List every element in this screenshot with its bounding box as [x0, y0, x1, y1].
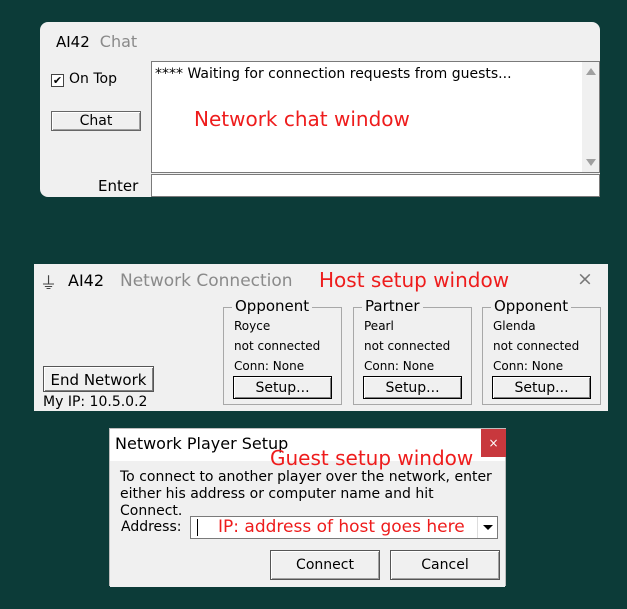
group-label: Partner — [362, 297, 423, 315]
setup-button[interactable]: Setup... — [492, 376, 591, 399]
opponent-group-2: Opponent Glenda not connected Conn: None… — [482, 297, 601, 405]
on-top-checkbox[interactable]: ✔ On Top — [51, 71, 117, 87]
checkbox-icon[interactable]: ✔ — [51, 74, 64, 87]
address-combobox[interactable]: IP: address of host goes here — [190, 516, 498, 539]
connect-button[interactable]: Connect — [270, 550, 380, 580]
host-annotation: Host setup window — [319, 268, 510, 292]
address-label: Address: — [121, 519, 182, 535]
dialog-body: To connect to another player over the ne… — [110, 461, 505, 587]
group-label: Opponent — [232, 297, 313, 315]
chat-app-name: AI42 — [56, 33, 90, 51]
enter-label: Enter — [98, 177, 139, 195]
network-titlebar: ⏚ AI42 Network Connection Host setup win… — [34, 264, 608, 296]
network-connection-window: ⏚ AI42 Network Connection Host setup win… — [34, 264, 608, 411]
conn-type: Conn: None — [234, 359, 305, 373]
my-ip-label: My IP: 10.5.0.2 — [43, 394, 148, 410]
chat-titlebar: AI42 Chat — [56, 32, 137, 52]
dropdown-button[interactable] — [477, 517, 497, 538]
group-label: Opponent — [491, 297, 572, 315]
partner-group: Partner Pearl not connected Conn: None S… — [353, 297, 472, 405]
chat-log-text: **** Waiting for connection requests fro… — [155, 66, 512, 82]
opponent-group-1: Opponent Royce not connected Conn: None … — [223, 297, 342, 405]
network-app-name: AI42 — [68, 271, 105, 290]
cancel-button[interactable]: Cancel — [390, 550, 500, 580]
player-name: Royce — [234, 319, 271, 333]
player-name: Pearl — [364, 319, 394, 333]
scroll-down-icon[interactable] — [586, 159, 596, 166]
connection-status: not connected — [364, 339, 451, 353]
chat-enter-input[interactable] — [151, 174, 600, 197]
connection-status: not connected — [493, 339, 580, 353]
scroll-up-icon[interactable] — [586, 68, 596, 75]
plug-icon: ⏚ — [40, 274, 57, 294]
on-top-label: On Top — [69, 71, 117, 87]
text-caret — [197, 519, 198, 536]
chat-button[interactable]: Chat — [51, 111, 141, 131]
chat-annotation: Network chat window — [194, 107, 410, 131]
dialog-title: Network Player Setup — [115, 434, 289, 453]
connection-status: not connected — [234, 339, 321, 353]
address-value: IP: address of host goes here — [218, 517, 465, 537]
setup-button[interactable]: Setup... — [363, 376, 462, 399]
network-window-title: Network Connection — [120, 271, 293, 291]
chevron-down-icon — [483, 525, 493, 530]
chat-window-title: Chat — [99, 32, 138, 51]
close-icon[interactable]: × — [577, 268, 593, 290]
chat-log[interactable]: **** Waiting for connection requests fro… — [151, 61, 600, 173]
guest-annotation: Guest setup window — [270, 446, 474, 470]
chat-scrollbar[interactable] — [582, 62, 599, 172]
player-name: Glenda — [493, 319, 536, 333]
network-player-setup-dialog: Network Player Setup × To connect to ano… — [109, 428, 506, 587]
conn-type: Conn: None — [493, 359, 564, 373]
conn-type: Conn: None — [364, 359, 435, 373]
dialog-description: To connect to another player over the ne… — [120, 469, 492, 519]
setup-button[interactable]: Setup... — [233, 376, 332, 399]
chat-window: AI42 Chat ✔ On Top Chat **** Waiting for c… — [40, 22, 600, 197]
end-network-button[interactable]: End Network — [43, 366, 154, 392]
close-icon[interactable]: × — [481, 429, 506, 457]
